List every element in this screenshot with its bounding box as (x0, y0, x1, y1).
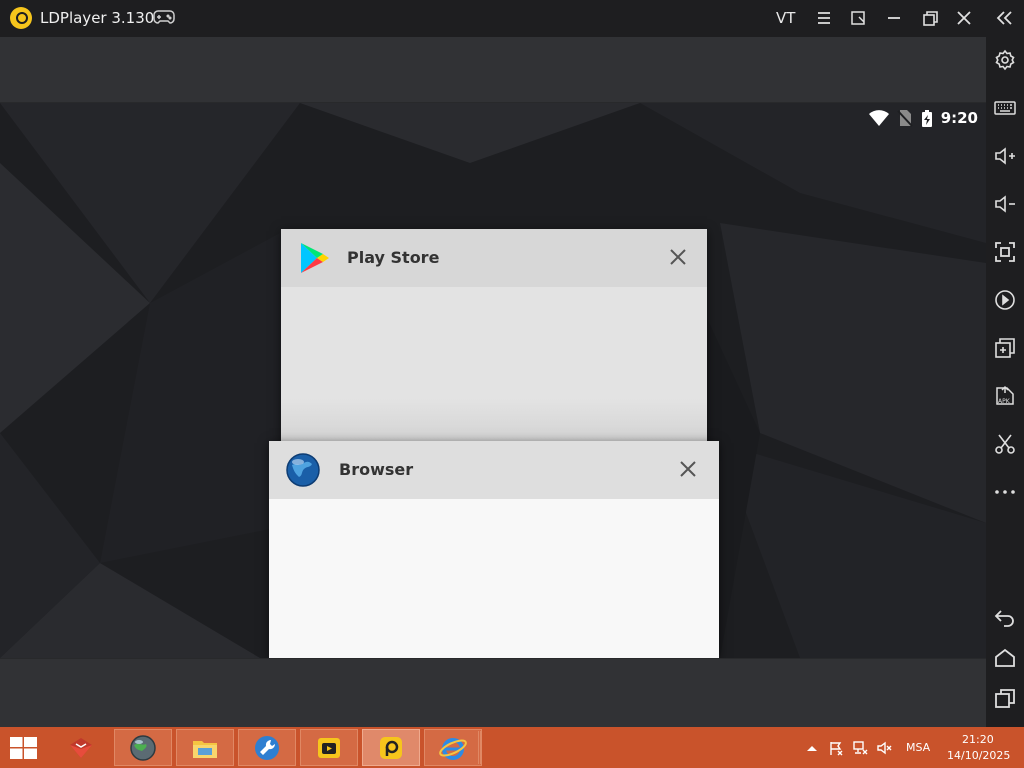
settings-icon[interactable] (993, 48, 1017, 72)
recent-app-card-play-store[interactable]: Play Store (281, 229, 707, 459)
recent-app-preview[interactable] (269, 499, 719, 658)
wifi-icon (868, 110, 889, 126)
input-language[interactable]: MSA (906, 741, 930, 754)
multi-instance-icon[interactable] (993, 336, 1017, 360)
fullscreen-icon[interactable] (993, 240, 1017, 264)
restore-icon[interactable] (917, 6, 943, 30)
sync-window-icon[interactable] (845, 6, 871, 30)
svg-text:APK: APK (998, 398, 1011, 405)
flag-icon[interactable] (828, 740, 844, 756)
home-icon[interactable] (993, 646, 1017, 670)
system-tray: MSA 21:20 14/10/2025 (0, 727, 1024, 768)
minimize-icon[interactable] (881, 6, 907, 30)
window-title: LDPlayer 3.130 (40, 9, 155, 27)
windows-taskbar: MSA 21:20 14/10/2025 (0, 727, 1024, 768)
screen-top-band (0, 37, 986, 103)
ldplayer-logo-icon (10, 7, 32, 29)
screenshot-scissors-icon[interactable] (993, 432, 1017, 456)
recent-app-card-browser[interactable]: Browser (269, 441, 719, 658)
android-status-bar: 9:20 (868, 107, 978, 129)
recent-app-title: Browser (339, 460, 414, 479)
recent-app-title: Play Store (347, 248, 440, 267)
close-icon[interactable] (677, 458, 699, 480)
emulator-screen[interactable]: 9:20 Play Store Browser (0, 37, 986, 727)
recents-icon[interactable] (993, 686, 1017, 710)
gamepad-icon[interactable] (153, 9, 175, 27)
screen-bottom-band (0, 658, 986, 727)
network-icon[interactable] (852, 740, 868, 756)
volume-up-icon[interactable] (993, 144, 1017, 168)
emulator-toolbar: APK (986, 37, 1024, 727)
rotate-icon[interactable] (993, 288, 1017, 312)
collapse-sidebar-icon[interactable] (991, 6, 1017, 30)
recent-app-card-header: Play Store (281, 229, 707, 287)
close-icon[interactable] (667, 246, 689, 268)
vt-indicator[interactable]: VT (776, 9, 795, 27)
back-icon[interactable] (993, 606, 1017, 630)
chevron-up-icon[interactable] (804, 740, 820, 756)
tray-date[interactable]: 14/10/2025 (947, 749, 1010, 762)
more-icon[interactable] (993, 480, 1017, 504)
tray-clock[interactable]: 21:20 (962, 733, 994, 746)
keyboard-icon[interactable] (993, 96, 1017, 120)
recent-app-preview[interactable] (281, 287, 707, 459)
recent-app-card-header: Browser (269, 441, 719, 499)
battery-charging-icon (921, 109, 933, 128)
no-sim-icon (896, 109, 913, 127)
title-bar: LDPlayer 3.130 VT (0, 0, 1024, 37)
play-store-icon (297, 241, 331, 275)
android-clock: 9:20 (940, 109, 978, 127)
volume-muted-icon[interactable] (876, 740, 892, 756)
close-icon[interactable] (951, 6, 977, 30)
browser-globe-icon (286, 453, 320, 487)
volume-down-icon[interactable] (993, 192, 1017, 216)
apk-install-icon[interactable]: APK (993, 384, 1017, 408)
menu-icon[interactable] (811, 6, 837, 30)
